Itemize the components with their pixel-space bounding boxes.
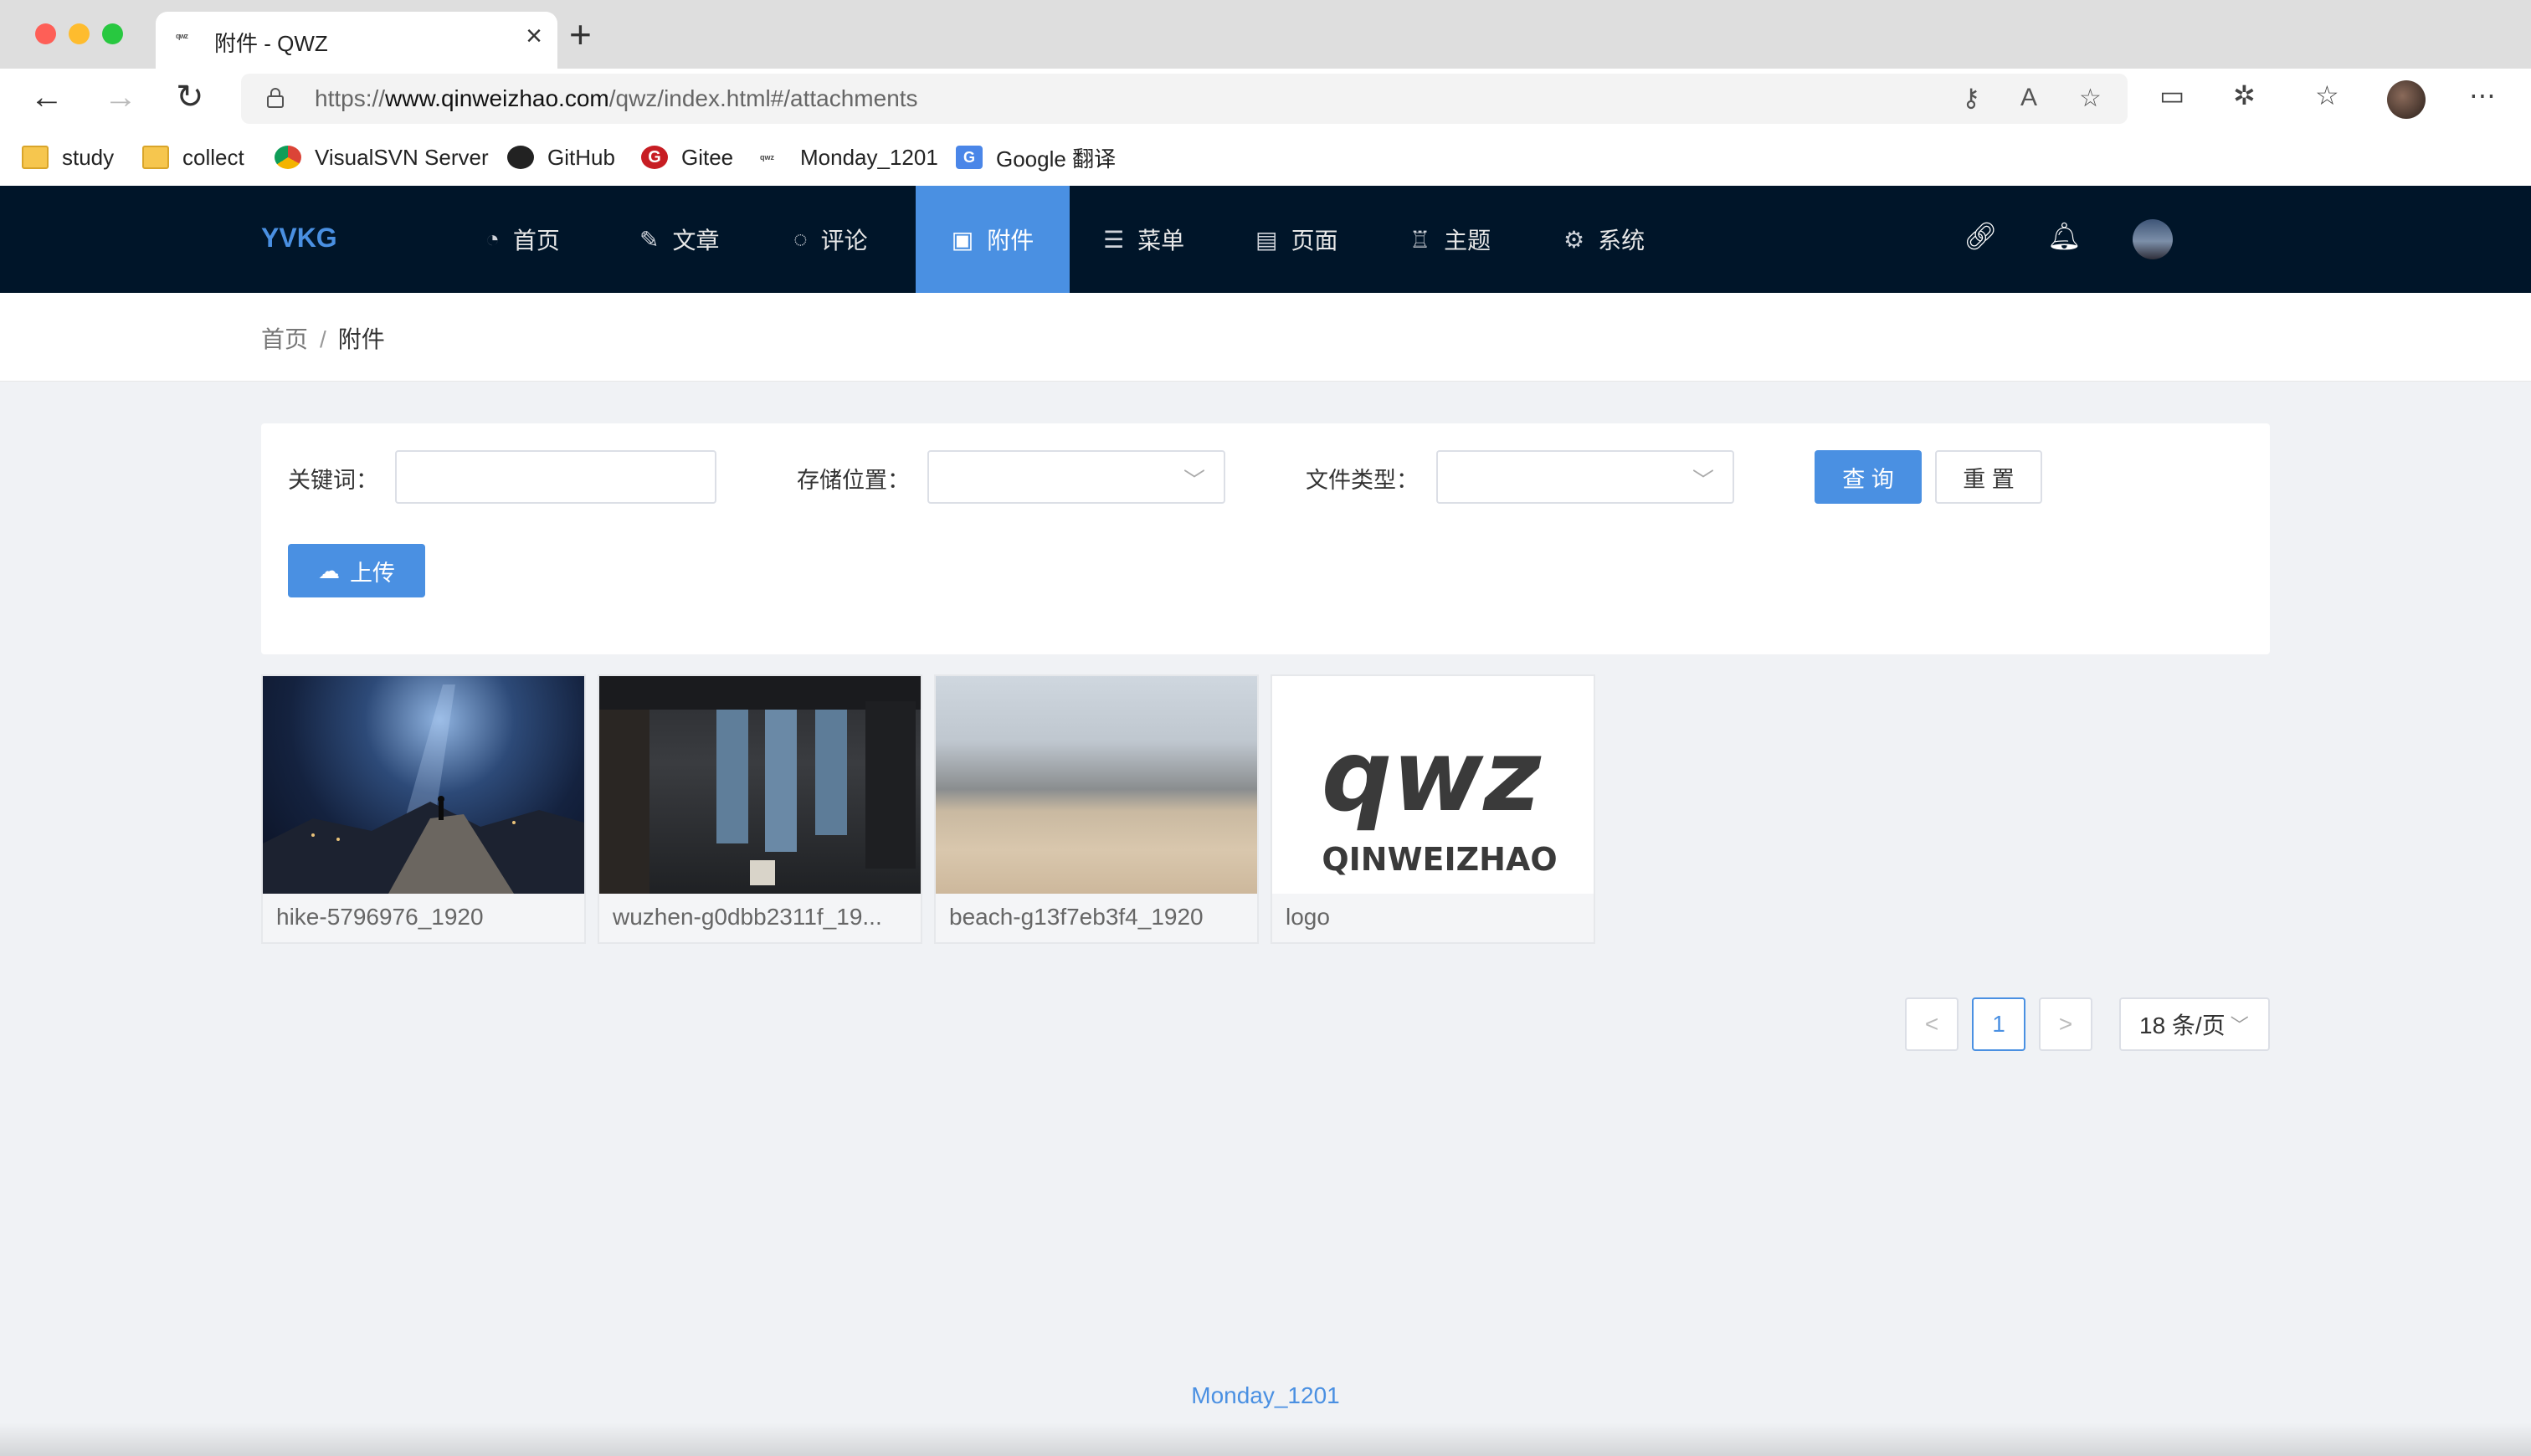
gear-icon: ⚙ [1563,226,1585,253]
nav-item-home[interactable]: ◔ 首页 [485,186,560,293]
close-window-button[interactable] [35,23,56,44]
nav-item-system[interactable]: ⚙ 系统 [1563,186,1645,293]
bookmark-gitee[interactable]: G Gitee [641,141,733,174]
link-icon[interactable]: 🔗︎ [1964,223,1998,249]
bookmark-google-translate[interactable]: G Google 翻译 [956,141,1116,174]
attachment-card[interactable]: beach-g13f7eb3f4_1920 [934,674,1259,944]
forward-arrow-icon[interactable]: → [104,80,137,114]
extensions-icon[interactable]: ✲ [2233,82,2256,109]
keyword-input[interactable] [395,450,716,504]
browser-toolbar: ← → ↻ https://www.qinweizhao.com/qwz/ind… [0,69,2531,196]
breadcrumb-home[interactable]: 首页 [261,326,308,352]
attachment-thumbnail: qwz QINWEIZHAO [1272,676,1594,894]
attachment-thumbnail [599,676,921,894]
url-text: https://www.qinweizhao.com/qwz/index.htm… [315,85,918,111]
bookmark-study[interactable]: study [22,141,114,174]
comment-icon: ◌ [793,226,808,252]
footer-text: Monday_1201 [1191,1382,1340,1408]
attachment-card[interactable]: hike-5796976_1920 [261,674,586,944]
page-1-button[interactable]: 1 [1972,997,2025,1051]
nav-item-pages[interactable]: ▤ 页面 [1255,186,1337,293]
chevron-down-icon: ﹀ [1692,468,1714,493]
dashboard-icon: ◔ [485,226,500,252]
qwz-logo: qwz QINWEIZHAO [1322,718,1558,878]
svg-text:QINWEIZHAO: QINWEIZHAO [1322,841,1557,878]
page-size-select[interactable]: 18 条/页 ﹀ [2119,997,2270,1051]
bookmark-github[interactable]: GitHub [507,141,615,174]
more-icon[interactable]: ⋯ [2469,82,2496,109]
cast-icon[interactable]: ▭ [2159,82,2184,109]
next-page-button[interactable]: > [2039,997,2092,1051]
attachment-name: wuzhen-g0dbb2311f_19... [613,904,882,930]
breadcrumb-separator: / [320,326,326,352]
attachment-name: hike-5796976_1920 [276,904,484,930]
app-header: YVKG ◔ 首页 ✎ 文章 ◌ 评论 ▣ 附件 ☰ 菜单 ▤ 页面 ♖ 主题 … [0,186,2531,293]
chevron-down-icon: ﹀ [2230,1015,2249,1036]
breadcrumb-current: 附件 [337,326,385,352]
reload-icon[interactable]: ↻ [176,80,204,114]
prev-page-button[interactable]: < [1905,997,1959,1051]
minimize-window-button[interactable] [69,23,90,44]
svg-text:qwz: qwz [1322,718,1542,833]
lock-icon [267,88,284,108]
attachment-thumbnail [263,676,584,894]
nav-item-themes[interactable]: ♖ 主题 [1409,186,1491,293]
nav-item-menus[interactable]: ☰ 菜单 [1103,186,1184,293]
tab-close-icon[interactable]: × [526,22,542,50]
picture-icon: ▣ [951,226,974,253]
bell-icon[interactable]: 🔔︎ [2047,223,2082,249]
folder-icon [22,146,49,169]
shirt-icon: ♖ [1409,226,1431,253]
filetype-select[interactable]: ﹀ [1436,450,1734,504]
attachment-card[interactable]: wuzhen-g0dbb2311f_19... [598,674,922,944]
storage-label: 存储位置： [797,468,910,493]
search-panel: 关键词： 存储位置： ﹀ 文件类型： ﹀ 查 询 重 置 ☁ 上传 [261,423,2270,654]
back-arrow-icon[interactable]: ← [30,80,64,114]
google-translate-icon: G [956,146,983,169]
folder-icon [142,146,169,169]
breadcrumb: 首页 / 附件 [0,293,2531,382]
storage-select[interactable]: ﹀ [927,450,1225,504]
upload-button[interactable]: ☁ 上传 [288,544,425,597]
favorite-add-icon[interactable]: ☆ [2079,84,2102,113]
bookmark-collect[interactable]: collect [142,141,244,174]
qwz-icon: qwz [760,153,774,161]
tab-title: 附件 - QWZ [214,31,328,56]
attachment-name: beach-g13f7eb3f4_1920 [949,904,1204,930]
cloud-upload-icon: ☁ [318,557,340,583]
chevron-down-icon: ﹀ [1183,468,1205,493]
brand-logo[interactable]: YVKG [261,223,337,254]
attachment-thumbnail [936,676,1257,894]
key-icon[interactable]: ⚷ [1962,84,1980,113]
user-avatar[interactable] [2133,219,2173,259]
chrome-icon [275,146,301,169]
nav-item-comments[interactable]: ◌ 评论 [793,186,868,293]
browser-tab-bar: qwz 附件 - QWZ × + [0,0,2531,69]
bookmark-monday[interactable]: qwz Monday_1201 [760,141,938,174]
reset-button[interactable]: 重 置 [1935,450,2042,504]
new-tab-button[interactable]: + [569,15,592,54]
attachment-name: logo [1286,904,1330,930]
tab-favicon: qwz [176,32,188,40]
read-aloud-icon[interactable]: A [2020,84,2037,112]
bookmark-visualsvn[interactable]: VisualSVN Server [275,141,489,174]
maximize-window-button[interactable] [102,23,123,44]
github-icon [507,146,534,169]
query-button[interactable]: 查 询 [1815,450,1922,504]
book-icon: ▤ [1255,226,1278,253]
menu-icon: ☰ [1103,226,1125,253]
browser-tab[interactable]: qwz 附件 - QWZ × [156,12,557,69]
gitee-icon: G [641,146,668,169]
keyword-label: 关键词： [288,468,378,493]
attachment-card[interactable]: qwz QINWEIZHAO logo [1271,674,1595,944]
profile-avatar[interactable] [2387,80,2426,119]
nav-item-articles[interactable]: ✎ 文章 [639,186,719,293]
address-bar[interactable]: https://www.qinweizhao.com/qwz/index.htm… [241,74,2128,124]
nav-item-attachments[interactable]: ▣ 附件 [916,186,1070,293]
edit-icon: ✎ [639,226,660,253]
filetype-label: 文件类型： [1306,468,1419,493]
favorites-icon[interactable]: ☆ [2315,82,2339,109]
